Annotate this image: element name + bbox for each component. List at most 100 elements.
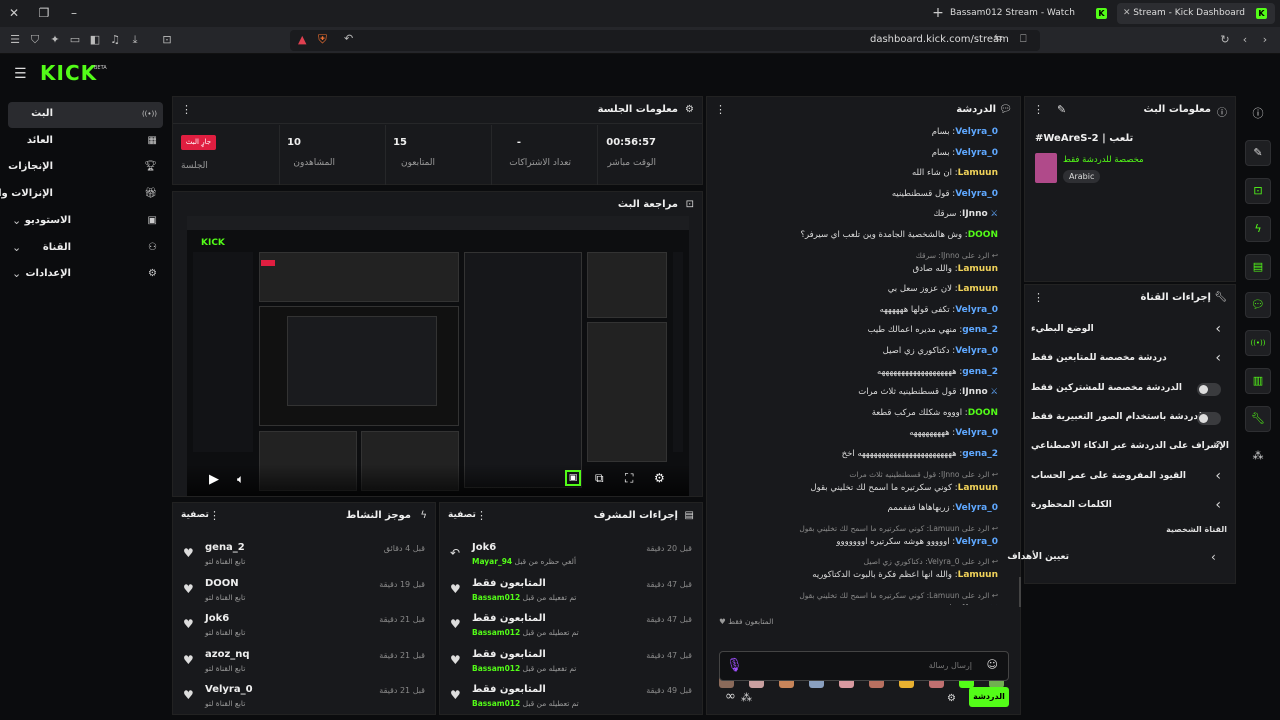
- more-options-icon[interactable]: ⋮: [209, 509, 220, 522]
- sidebar-item[interactable]: ⚇ القناة ⌄: [8, 236, 163, 262]
- more-options-icon[interactable]: ⋮: [1033, 291, 1044, 304]
- chat-username[interactable]: DOON: [968, 230, 998, 240]
- apps-icon[interactable]: ⁂: [1245, 444, 1271, 470]
- chat-bubble-icon[interactable]: 💬︎: [1245, 292, 1271, 318]
- sidebar-item[interactable]: ▣ الاستوديو ⌄: [8, 209, 163, 235]
- forward-icon[interactable]: ›: [1258, 33, 1272, 47]
- more-options-icon[interactable]: ⋮: [715, 103, 726, 116]
- moderator-name[interactable]: Bassam012: [472, 593, 520, 602]
- chat-username[interactable]: Lamuun: [958, 570, 998, 580]
- volume-icon[interactable]: 🔈︎: [237, 472, 244, 487]
- category-link[interactable]: مخصصة للدردشة فقط: [1063, 155, 1144, 165]
- follower-name[interactable]: Velyra_0: [205, 684, 253, 695]
- follower-name[interactable]: DOON: [205, 578, 239, 589]
- channel-action-row[interactable]: الوضع البطيء ›: [1025, 316, 1235, 345]
- chat-settings-icon[interactable]: ⚙: [947, 693, 956, 704]
- minimize-window-icon[interactable]: –: [64, 4, 84, 22]
- music-icon[interactable]: ♫: [108, 33, 122, 47]
- browser-tab[interactable]: Bassam012 Stream - Watch Live on K K: [950, 3, 1115, 39]
- follower-name[interactable]: azoz_nq: [205, 649, 250, 660]
- toggle-switch[interactable]: [1197, 382, 1221, 396]
- sidebar-item[interactable]: ⚙ الإعدادات ⌄: [8, 262, 163, 288]
- moderator-name[interactable]: Mayar_94: [472, 557, 512, 566]
- puzzle-icon[interactable]: ✦: [48, 33, 62, 47]
- more-options-icon[interactable]: ⋮: [476, 509, 487, 522]
- share-icon[interactable]: ↶: [344, 32, 353, 45]
- restore-window-icon[interactable]: ❐: [34, 4, 54, 22]
- chat-username[interactable]: gena_2: [962, 367, 998, 377]
- chat-username[interactable]: Lamuun: [958, 284, 998, 294]
- settings-icon[interactable]: ⚙: [654, 471, 665, 485]
- reload-icon[interactable]: ↻: [1218, 33, 1232, 47]
- shield-icon[interactable]: ⛉: [28, 33, 42, 47]
- channel-action-row[interactable]: الدردشة باستخدام الصور التعبيرية فقط: [1025, 404, 1235, 433]
- chat-username[interactable]: Lamuun: [958, 168, 998, 178]
- chat-username[interactable]: Velyra_0: [955, 428, 998, 438]
- close-tab-icon[interactable]: ✕: [1123, 3, 1131, 24]
- kick-logo[interactable]: KICK: [40, 61, 97, 85]
- chat-username[interactable]: Lamuun: [958, 264, 998, 274]
- chat-username[interactable]: Velyra_0: [955, 305, 998, 315]
- sidebar-item[interactable]: 🎁︎ الإنزالات والجوائز: [0, 182, 163, 208]
- brave-shield-icon[interactable]: ⛨: [318, 32, 327, 47]
- brave-rewards-icon[interactable]: ▲: [298, 33, 306, 46]
- download-icon[interactable]: ⤓: [128, 33, 142, 47]
- filter-button[interactable]: تصفية: [181, 510, 209, 520]
- menu-icon[interactable]: ☰: [8, 33, 22, 47]
- channel-action-row[interactable]: الدردشة مخصصة للمشتركين فقط: [1025, 375, 1235, 404]
- follower-name[interactable]: Jok6: [205, 613, 229, 624]
- play-icon[interactable]: ▶: [209, 472, 219, 487]
- reader-mode-icon[interactable]: ⇆: [994, 33, 1002, 44]
- chat-username[interactable]: Velyra_0: [955, 127, 998, 137]
- bookmark-icon[interactable]: ⎕: [1020, 32, 1027, 46]
- send-chat-button[interactable]: الدردشة: [969, 687, 1009, 707]
- wrench-icon[interactable]: 🔧︎: [1245, 406, 1271, 432]
- channel-action-row[interactable]: الإشراف على الدردشة عبر الذكاء الاصطناعي…: [1025, 433, 1235, 462]
- video-player[interactable]: KICK ▶ 🔈︎ ▣ ⧉ ⛶ ⚙: [187, 216, 689, 496]
- chat-scrollbar[interactable]: [1019, 577, 1021, 607]
- moderator-name[interactable]: Bassam012: [472, 628, 520, 637]
- filter-button[interactable]: تصفية: [448, 510, 476, 520]
- layout-icon[interactable]: ▥: [1245, 368, 1271, 394]
- pencil-icon[interactable]: ✎: [1245, 140, 1271, 166]
- follower-name[interactable]: gena_2: [205, 542, 245, 553]
- screen-icon[interactable]: ⊡: [1245, 178, 1271, 204]
- browser-tab-active[interactable]: ✕ Stream - Kick Dashboard K: [1117, 3, 1275, 24]
- moderator-name[interactable]: Bassam012: [472, 664, 520, 673]
- chat-username[interactable]: gena_2: [962, 449, 998, 459]
- microphone-icon[interactable]: 🎙︎: [726, 658, 743, 673]
- radio-icon[interactable]: ((•)): [1245, 330, 1271, 356]
- more-options-icon[interactable]: ⋮: [1033, 103, 1044, 116]
- new-tab-icon[interactable]: +: [928, 4, 948, 22]
- back-icon[interactable]: ‹: [1238, 33, 1252, 47]
- chat-username[interactable]: Velyra_0: [955, 346, 998, 356]
- chat-username[interactable]: DOON: [968, 408, 998, 418]
- screenshot-icon[interactable]: ⊡: [160, 33, 174, 47]
- card-icon[interactable]: ▤: [1245, 254, 1271, 280]
- channel-action-row[interactable]: الكلمات المحظورة ›: [1025, 492, 1235, 521]
- moderator-name[interactable]: Bassam012: [472, 699, 520, 708]
- chat-username[interactable]: Velyra_0: [955, 189, 998, 199]
- folder-icon[interactable]: ▭: [68, 33, 82, 47]
- chat-input[interactable]: 🎙︎ إرسال رسالة ☺: [719, 651, 1009, 681]
- fullscreen-icon[interactable]: ⛶: [625, 471, 633, 486]
- chat-username[interactable]: IJnno: [962, 387, 988, 397]
- chat-username[interactable]: gena_2: [962, 325, 998, 335]
- apps-icon[interactable]: ⁂: [741, 691, 752, 704]
- theatre-mode-icon[interactable]: ▣: [565, 470, 581, 486]
- sidebar-item[interactable]: 🏆︎ الإنجازات: [8, 155, 163, 181]
- sidebar-icon[interactable]: ◧: [88, 33, 102, 47]
- hamburger-menu-icon[interactable]: ☰: [14, 66, 27, 82]
- toggle-switch[interactable]: [1197, 411, 1221, 425]
- chat-username[interactable]: Velyra_0: [955, 148, 998, 158]
- emoji-icon[interactable]: ☺: [987, 658, 998, 671]
- channel-action-row[interactable]: القيود المفروضة على عمر الحساب ›: [1025, 463, 1235, 492]
- url-text[interactable]: dashboard.kick.com/stream: [870, 34, 1009, 45]
- infinity-icon[interactable]: ∞: [725, 689, 736, 704]
- chat-username[interactable]: IJnno: [962, 604, 988, 605]
- chat-username[interactable]: Lamuun: [958, 483, 998, 493]
- info-icon[interactable]: ⓘ: [1245, 102, 1271, 128]
- sidebar-item[interactable]: ▦ العائد: [8, 129, 163, 155]
- url-bar[interactable]: ▲ ⛨ ↶ dashboard.kick.com/stream ⇆ ⎕: [290, 30, 1040, 51]
- chat-username[interactable]: IJnno: [962, 209, 988, 219]
